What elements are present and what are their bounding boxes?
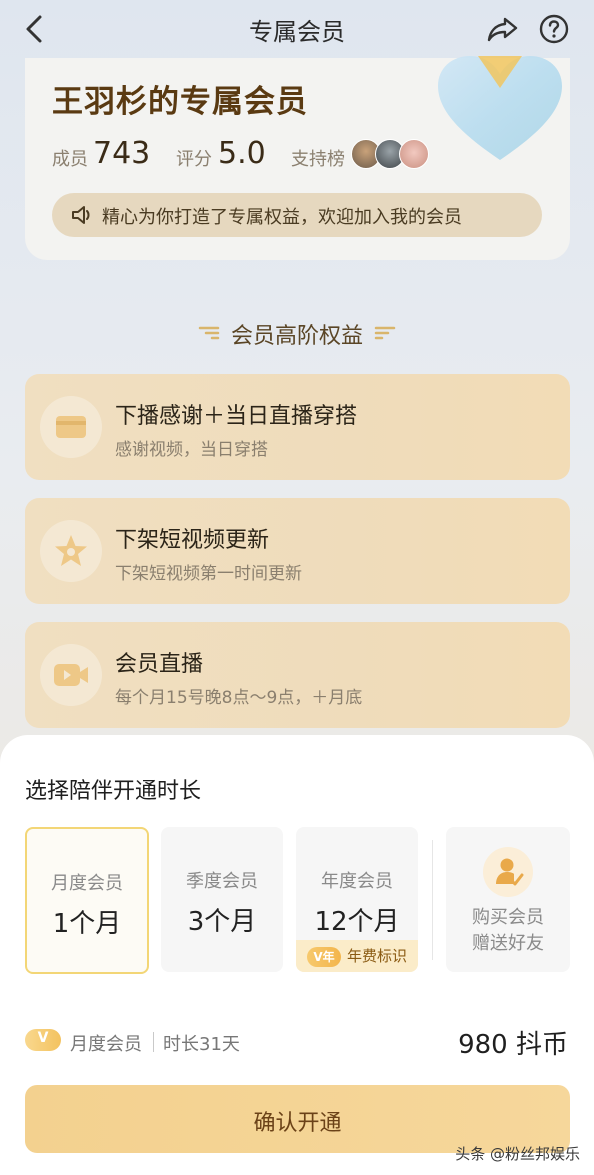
annual-v-icon: V年 [306, 946, 341, 967]
support-rank-label[interactable]: 支持榜 [291, 145, 345, 171]
rating-value: 5.0 [218, 136, 266, 171]
gift-user-icon [483, 847, 533, 897]
annual-badge: V年 年费标识 [296, 940, 418, 972]
notice-bar: 精心为你打造了专属权益，欢迎加入我的会员 [52, 193, 542, 237]
members-count: 743 [93, 136, 151, 171]
help-icon[interactable] [538, 13, 570, 45]
benefit-title: 会员直播 [115, 652, 204, 677]
share-icon[interactable] [486, 13, 520, 45]
benefit-icon-wrap [40, 520, 102, 582]
gift-label-line1: 购买会员 [472, 907, 544, 928]
benefit-icon-wrap [40, 644, 102, 706]
benefit-title: 下架短视频更新 [115, 528, 270, 553]
plan-duration: 1个月 [52, 909, 122, 939]
star-icon [55, 535, 87, 566]
card-icon [56, 416, 86, 438]
plan-duration: 3个月 [187, 907, 257, 937]
video-icon [54, 664, 88, 686]
benefit-icon-wrap [40, 396, 102, 458]
benefit-title: 下播感谢＋当日直播穿搭 [115, 404, 358, 429]
gift-label-line2: 赠送好友 [472, 933, 544, 954]
summary-separator [153, 1032, 154, 1052]
summary-plan-name: 月度会员 [70, 1034, 142, 1055]
benefit-subtitle: 感谢视频，当日穿搭 [115, 440, 268, 460]
sheet-title: 选择陪伴开通时长 [25, 779, 202, 804]
plan-option-yearly[interactable]: 年度会员 12个月 V年 年费标识 [296, 827, 418, 972]
annual-badge-text: 年费标识 [346, 947, 407, 965]
benefit-card[interactable]: 下播感谢＋当日直播穿搭 感谢视频，当日穿搭 [25, 374, 570, 480]
summary-duration: 时长31天 [163, 1034, 240, 1055]
heading-deco-right [374, 326, 396, 340]
divider [432, 840, 433, 960]
profile-title: 王羽杉的专属会员 [52, 84, 308, 120]
rating-label: 评分 [176, 149, 212, 170]
confirm-label: 确认开通 [253, 1111, 342, 1136]
plan-name: 年度会员 [321, 871, 393, 892]
heart-badge-icon [438, 56, 562, 160]
membership-v-icon: V [25, 1029, 61, 1051]
plan-option-quarterly[interactable]: 季度会员 3个月 [161, 827, 283, 972]
avatar[interactable] [399, 139, 429, 169]
benefit-subtitle: 每个月15号晚8点～9点，＋月底 [115, 688, 363, 708]
plan-name: 月度会员 [51, 873, 123, 894]
watermark: 头条 @粉丝邦娱乐 [455, 1145, 580, 1163]
benefits-section-title: 会员高阶权益 [230, 324, 363, 349]
benefit-card[interactable]: 会员直播 每个月15号晚8点～9点，＋月底 [25, 622, 570, 728]
plan-name: 季度会员 [186, 871, 258, 892]
speaker-icon [72, 206, 90, 224]
gift-membership-button[interactable]: 购买会员 赠送好友 [446, 827, 570, 972]
benefit-card[interactable]: 下架短视频更新 下架短视频第一时间更新 [25, 498, 570, 604]
plan-duration: 12个月 [314, 907, 400, 937]
benefit-subtitle: 下架短视频第一时间更新 [115, 564, 302, 584]
members-label: 成员 [52, 149, 88, 170]
notice-text: 精心为你打造了专属权益，欢迎加入我的会员 [102, 207, 462, 228]
plan-option-monthly[interactable]: 月度会员 1个月 [25, 827, 149, 974]
price: 980 抖币 [458, 1030, 568, 1060]
